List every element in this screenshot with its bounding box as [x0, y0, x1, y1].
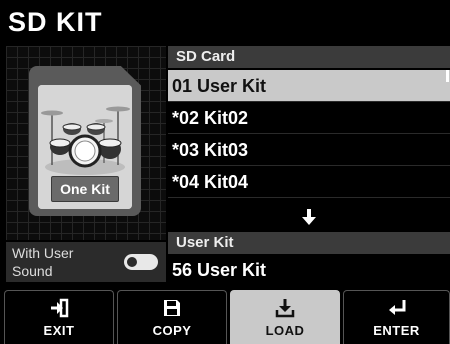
copy-button-label: COPY	[152, 323, 192, 338]
exit-button-label: EXIT	[43, 323, 75, 338]
with-user-sound-label: With User Sound	[12, 245, 74, 279]
load-button[interactable]: LOAD	[230, 290, 340, 344]
kit-preview-panel: One Kit	[6, 46, 166, 240]
exit-button[interactable]: EXIT	[4, 290, 114, 344]
with-user-sound-toggle-row[interactable]: With User Sound	[6, 242, 166, 282]
scrollbar[interactable]	[446, 70, 449, 82]
save-icon	[164, 300, 180, 316]
with-user-sound-switch[interactable]	[124, 254, 158, 270]
download-icon	[275, 299, 295, 318]
copy-button[interactable]: COPY	[117, 290, 227, 344]
drum-kit-image: One Kit	[38, 85, 132, 209]
user-kit-value[interactable]: 56 User Kit	[168, 256, 450, 284]
sd-card-header: SD Card	[168, 46, 450, 68]
user-kit-header: User Kit	[168, 232, 450, 254]
scroll-down-arrow[interactable]	[168, 200, 450, 232]
exit-icon	[51, 298, 69, 318]
kit-list-item[interactable]: *02 Kit02	[168, 102, 450, 134]
toggle-knob	[127, 257, 137, 267]
arrow-down-icon	[302, 209, 316, 226]
kit-list-item[interactable]: *04 Kit04	[168, 166, 450, 198]
kit-list-item[interactable]: *03 Kit03	[168, 134, 450, 166]
enter-button-label: ENTER	[373, 323, 420, 338]
sd-card-image: One Kit	[29, 66, 141, 216]
load-button-label: LOAD	[265, 323, 305, 338]
kit-list-item[interactable]: 01 User Kit	[168, 70, 450, 102]
enter-button[interactable]: ENTER	[343, 290, 450, 344]
one-kit-badge: One Kit	[38, 176, 132, 202]
page-title: SD KIT	[0, 0, 450, 44]
enter-icon	[388, 300, 405, 315]
